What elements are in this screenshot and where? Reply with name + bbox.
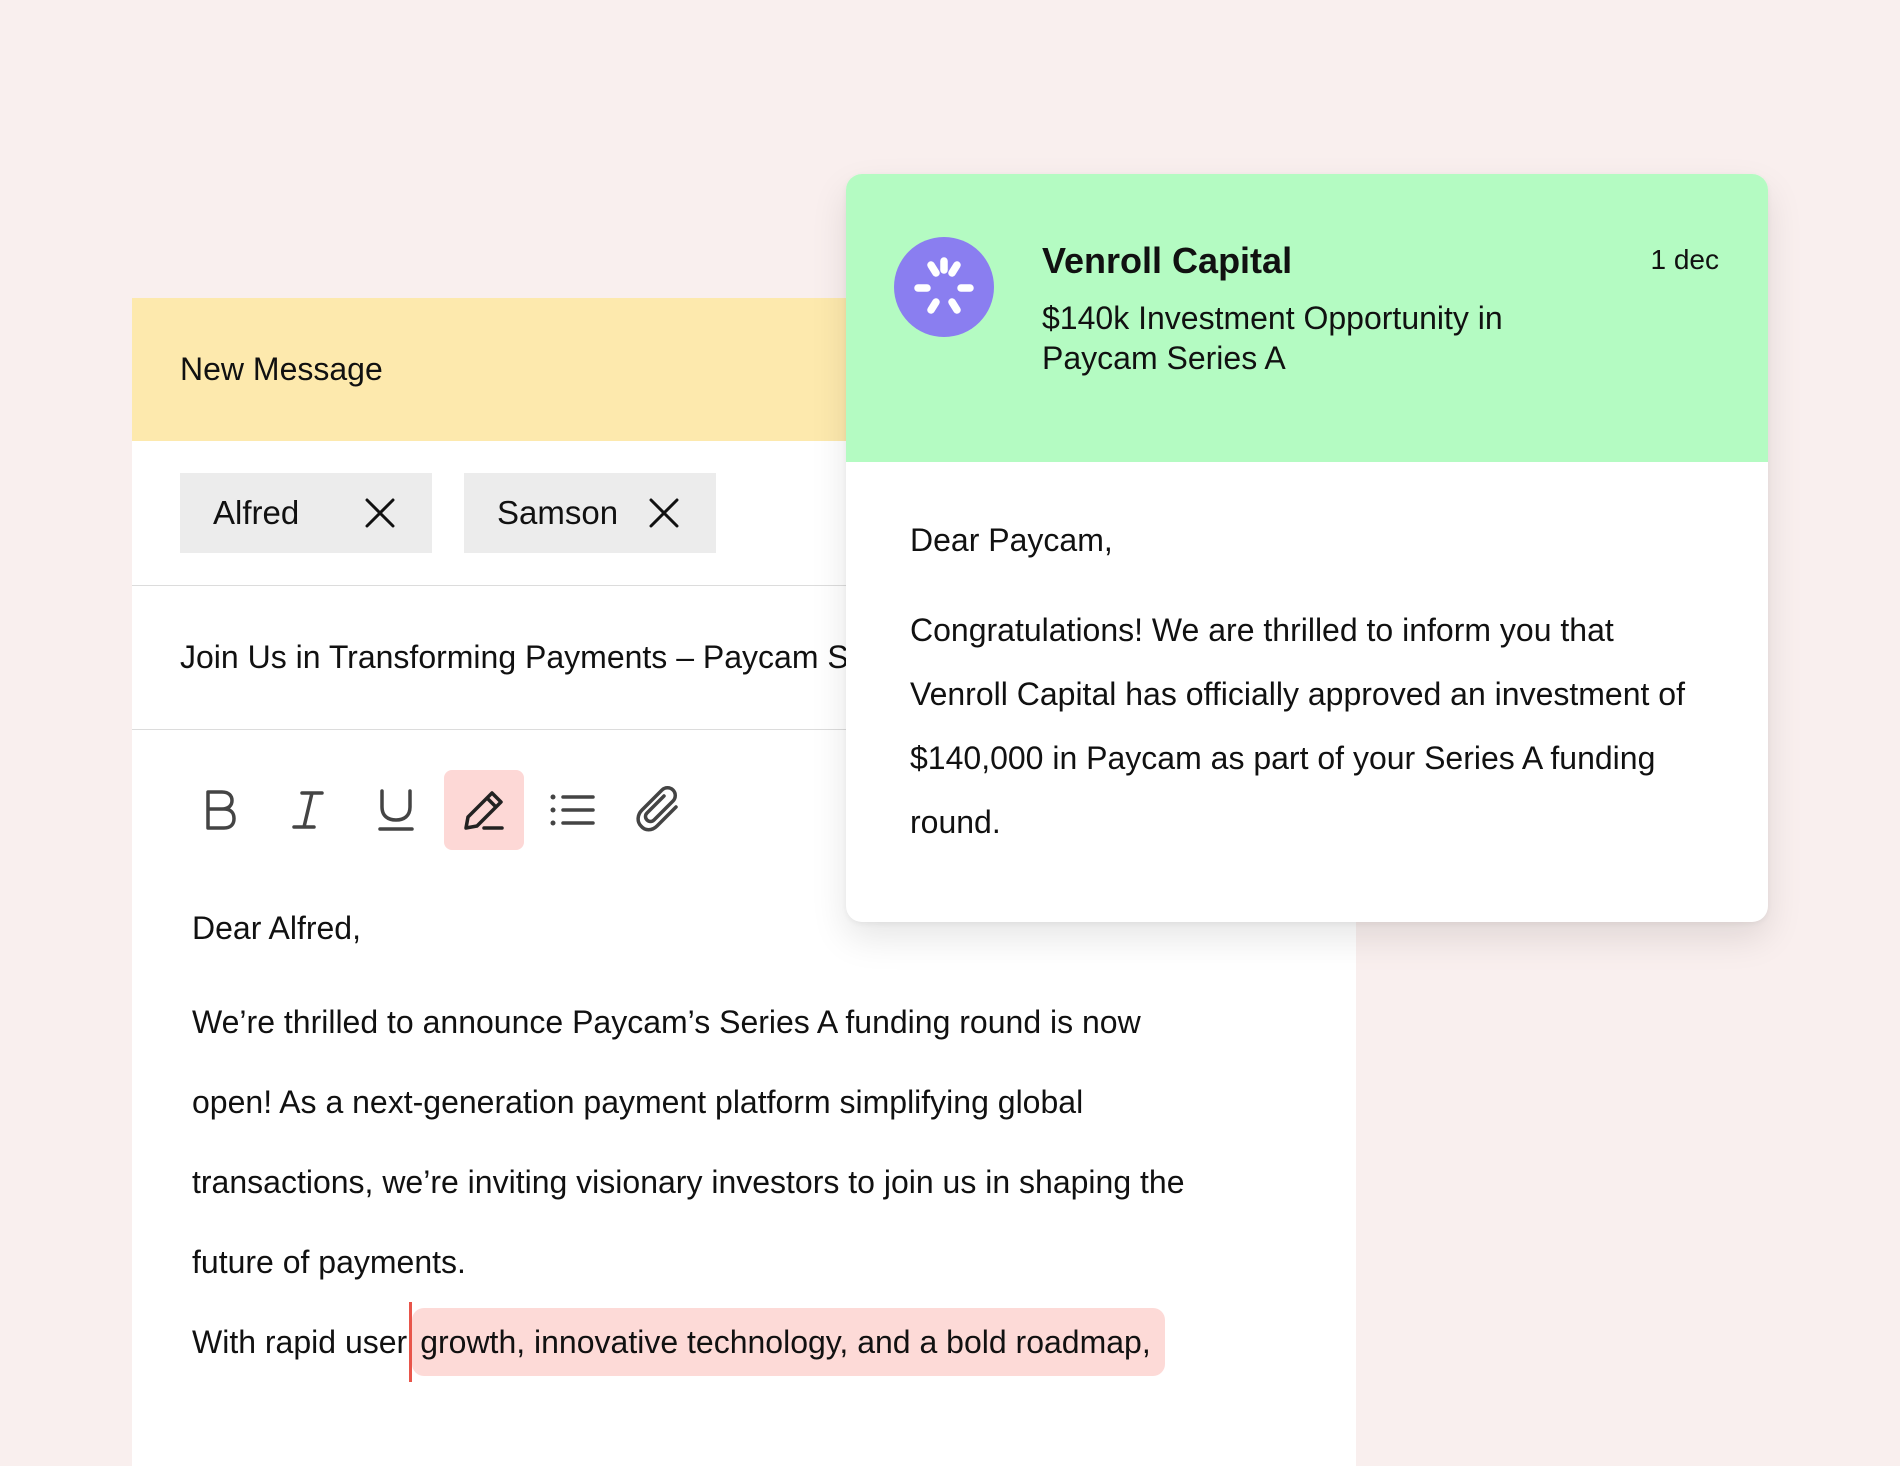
pen-icon bbox=[464, 791, 504, 830]
compose-title: New Message bbox=[180, 351, 383, 387]
close-icon[interactable] bbox=[648, 497, 680, 529]
notification-body: Dear Paycam, Congratulations! We are thr… bbox=[846, 462, 1768, 854]
bullet-list-button[interactable] bbox=[532, 770, 612, 850]
recipient-chip-alfred[interactable]: Alfred bbox=[180, 473, 432, 553]
notification-date: 1 dec bbox=[1650, 244, 1720, 275]
selected-text[interactable]: growth, innovative technology, and a bol… bbox=[412, 1308, 1165, 1376]
subject-text: Join Us in Transforming Payments – Payca… bbox=[180, 639, 947, 675]
email-notification-card[interactable]: Venroll Capital 1 dec $140k Investment O… bbox=[846, 174, 1768, 922]
message-body[interactable]: Dear Alfred, We’re thrilled to announce … bbox=[132, 904, 1356, 1382]
body-line: transactions, we’re inviting visionary i… bbox=[192, 1164, 1185, 1200]
body-line: We’re thrilled to announce Paycam’s Seri… bbox=[192, 1004, 1141, 1040]
sparkle-logo-icon bbox=[914, 257, 974, 314]
body-line-current: With rapid user growth, innovative techno… bbox=[192, 1301, 1296, 1382]
body-line: open! As a next-generation payment platf… bbox=[192, 1084, 1084, 1120]
notification-header: Venroll Capital 1 dec $140k Investment O… bbox=[846, 174, 1768, 462]
bold-icon bbox=[206, 790, 236, 830]
sender-name: Venroll Capital bbox=[1042, 240, 1293, 281]
paperclip-icon bbox=[636, 786, 678, 832]
sender-avatar bbox=[894, 237, 994, 337]
highlight-button[interactable] bbox=[444, 770, 524, 850]
attach-button[interactable] bbox=[620, 770, 700, 850]
underline-icon bbox=[378, 789, 414, 831]
notification-text: Congratulations! We are thrilled to info… bbox=[910, 612, 1685, 840]
italic-icon bbox=[292, 791, 324, 829]
close-icon[interactable] bbox=[364, 497, 396, 529]
notification-subject: $140k Investment Opportunity in Paycam S… bbox=[1042, 300, 1503, 376]
body-line-prefix: With rapid user bbox=[192, 1324, 408, 1360]
recipient-chip-samson[interactable]: Samson bbox=[464, 473, 716, 553]
bold-button[interactable] bbox=[180, 770, 260, 850]
bullet-list-icon bbox=[550, 794, 595, 826]
underline-button[interactable] bbox=[356, 770, 436, 850]
body-line: future of payments. bbox=[192, 1244, 466, 1280]
recipient-name: Alfred bbox=[213, 494, 300, 531]
italic-button[interactable] bbox=[268, 770, 348, 850]
recipient-name: Samson bbox=[497, 494, 619, 531]
notification-greeting: Dear Paycam, bbox=[910, 522, 1113, 558]
